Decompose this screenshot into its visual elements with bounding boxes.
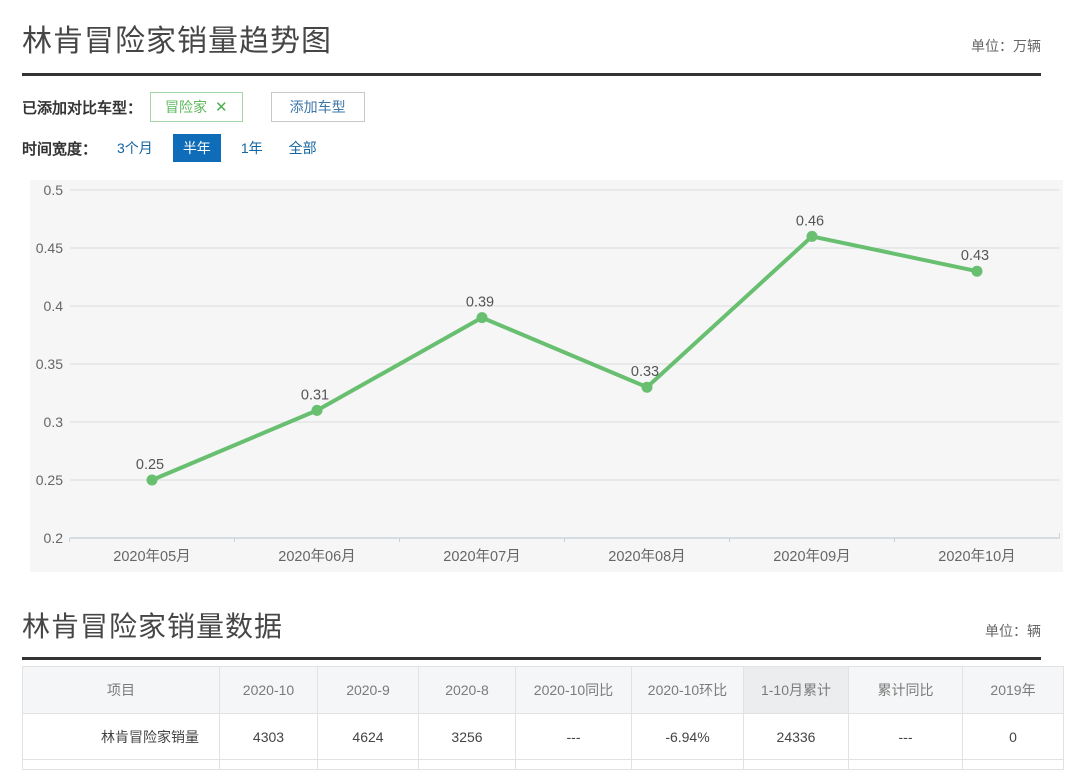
y-axis-tick-label: 0.5 bbox=[44, 182, 64, 198]
y-axis-tick-label: 0.35 bbox=[36, 356, 63, 372]
page: 林肯冒险家销量趋势图 单位：万辆 已添加对比车型： 冒险家 ✕ 添加车型 时间宽… bbox=[0, 0, 1064, 770]
cell-item-name: 林肯冒险家销量 bbox=[22, 713, 220, 760]
data-point bbox=[311, 404, 323, 416]
compare-models-label: 已添加对比车型： bbox=[22, 99, 143, 117]
model-tag-label: 冒险家 bbox=[165, 99, 208, 115]
y-axis-tick-label: 0.45 bbox=[36, 240, 63, 256]
data-point bbox=[971, 265, 983, 277]
cell-2020-9: 4624 bbox=[317, 713, 419, 760]
cell-2020-8: 3256 bbox=[418, 713, 516, 760]
table-header-row: 项目 2020-10 2020-9 2020-8 2020-10同比 2020-… bbox=[22, 666, 1064, 714]
y-axis-tick-label: 0.25 bbox=[36, 472, 63, 488]
y-axis-tick-label: 0.2 bbox=[44, 530, 64, 546]
trend-section-header: 林肯冒险家销量趋势图 单位：万辆 bbox=[22, 16, 1041, 60]
col-header-item: 项目 bbox=[22, 666, 220, 714]
data-point-label: 0.31 bbox=[301, 387, 329, 403]
x-axis-tick-label: 2020年09月 bbox=[773, 548, 850, 565]
time-option-6m[interactable]: 半年 bbox=[172, 134, 221, 162]
data-point-label: 0.25 bbox=[136, 457, 164, 473]
col-header-2020-8: 2020-8 bbox=[418, 666, 516, 714]
y-axis-tick-label: 0.3 bbox=[44, 414, 64, 430]
sales-trend-chart: 0.2 0.25 0.3 0.35 0.4 0.45 0.5 2020年05月 2020年06月… bbox=[30, 180, 1063, 572]
data-point-label: 0.39 bbox=[466, 295, 494, 311]
col-header-2020-10: 2020-10 bbox=[219, 666, 318, 714]
data-point bbox=[806, 230, 818, 242]
table-section-header: 林肯冒险家销量数据 单位：辆 bbox=[22, 605, 1041, 645]
divider bbox=[22, 657, 1041, 660]
trend-chart-svg: 0.2 0.25 0.3 0.35 0.4 0.45 0.5 2020年05月 2020年06月… bbox=[36, 182, 1060, 565]
sales-line bbox=[150, 234, 979, 482]
y-axis-tick-label: 0.4 bbox=[44, 298, 64, 314]
table-row-clipped bbox=[22, 759, 1064, 770]
data-point bbox=[641, 381, 653, 393]
table-row: 林肯冒险家销量 4303 4624 3256 --- -6.94% 24336 … bbox=[22, 713, 1064, 760]
cell-2019: 0 bbox=[962, 713, 1064, 760]
x-axis-tick-label: 2020年06月 bbox=[278, 548, 355, 565]
time-option-all[interactable]: 全部 bbox=[283, 134, 323, 162]
table-title: 林肯冒险家销量数据 bbox=[22, 611, 284, 642]
add-model-button[interactable]: 添加车型 bbox=[270, 92, 365, 122]
col-header-yoy: 2020-10同比 bbox=[515, 666, 632, 714]
time-option-1y[interactable]: 1年 bbox=[235, 134, 269, 162]
table-unit-label: 单位：辆 bbox=[985, 623, 1041, 639]
divider bbox=[22, 73, 1041, 76]
data-point bbox=[476, 312, 488, 324]
x-axis-tick-label: 2020年08月 bbox=[608, 548, 685, 565]
cell-ytd: 24336 bbox=[743, 713, 849, 760]
data-point bbox=[146, 474, 158, 486]
remove-tag-icon[interactable]: ✕ bbox=[215, 98, 228, 116]
trend-title: 林肯冒险家销量趋势图 bbox=[22, 25, 332, 58]
time-option-3m[interactable]: 3个月 bbox=[111, 134, 159, 162]
col-header-ytd-yoy: 累计同比 bbox=[848, 666, 963, 714]
cell-yoy: --- bbox=[515, 713, 632, 760]
compare-models-row: 已添加对比车型： 冒险家 ✕ 添加车型 bbox=[22, 92, 1041, 122]
time-width-row: 时间宽度： 3个月 半年 1年 全部 bbox=[22, 134, 1041, 162]
cell-mom: -6.94% bbox=[631, 713, 744, 760]
data-point-label: 0.46 bbox=[796, 213, 824, 229]
col-header-ytd: 1-10月累计 bbox=[743, 666, 849, 714]
cell-2020-10: 4303 bbox=[219, 713, 318, 760]
col-header-2020-9: 2020-9 bbox=[317, 666, 419, 714]
data-point-label: 0.43 bbox=[961, 248, 989, 264]
data-point-label: 0.33 bbox=[631, 364, 659, 380]
cell-ytd-yoy: --- bbox=[848, 713, 963, 760]
col-header-mom: 2020-10环比 bbox=[631, 666, 744, 714]
trend-unit-label: 单位：万辆 bbox=[971, 38, 1041, 54]
x-axis-tick-label: 2020年05月 bbox=[113, 548, 190, 565]
sales-data-table: 项目 2020-10 2020-9 2020-8 2020-10同比 2020-… bbox=[22, 666, 1064, 770]
model-tag: 冒险家 ✕ bbox=[150, 92, 243, 122]
col-header-2019: 2019年 bbox=[962, 666, 1064, 714]
x-axis-tick-label: 2020年10月 bbox=[938, 548, 1015, 565]
x-axis-tick-label: 2020年07月 bbox=[443, 548, 520, 565]
time-width-label: 时间宽度： bbox=[22, 140, 98, 158]
